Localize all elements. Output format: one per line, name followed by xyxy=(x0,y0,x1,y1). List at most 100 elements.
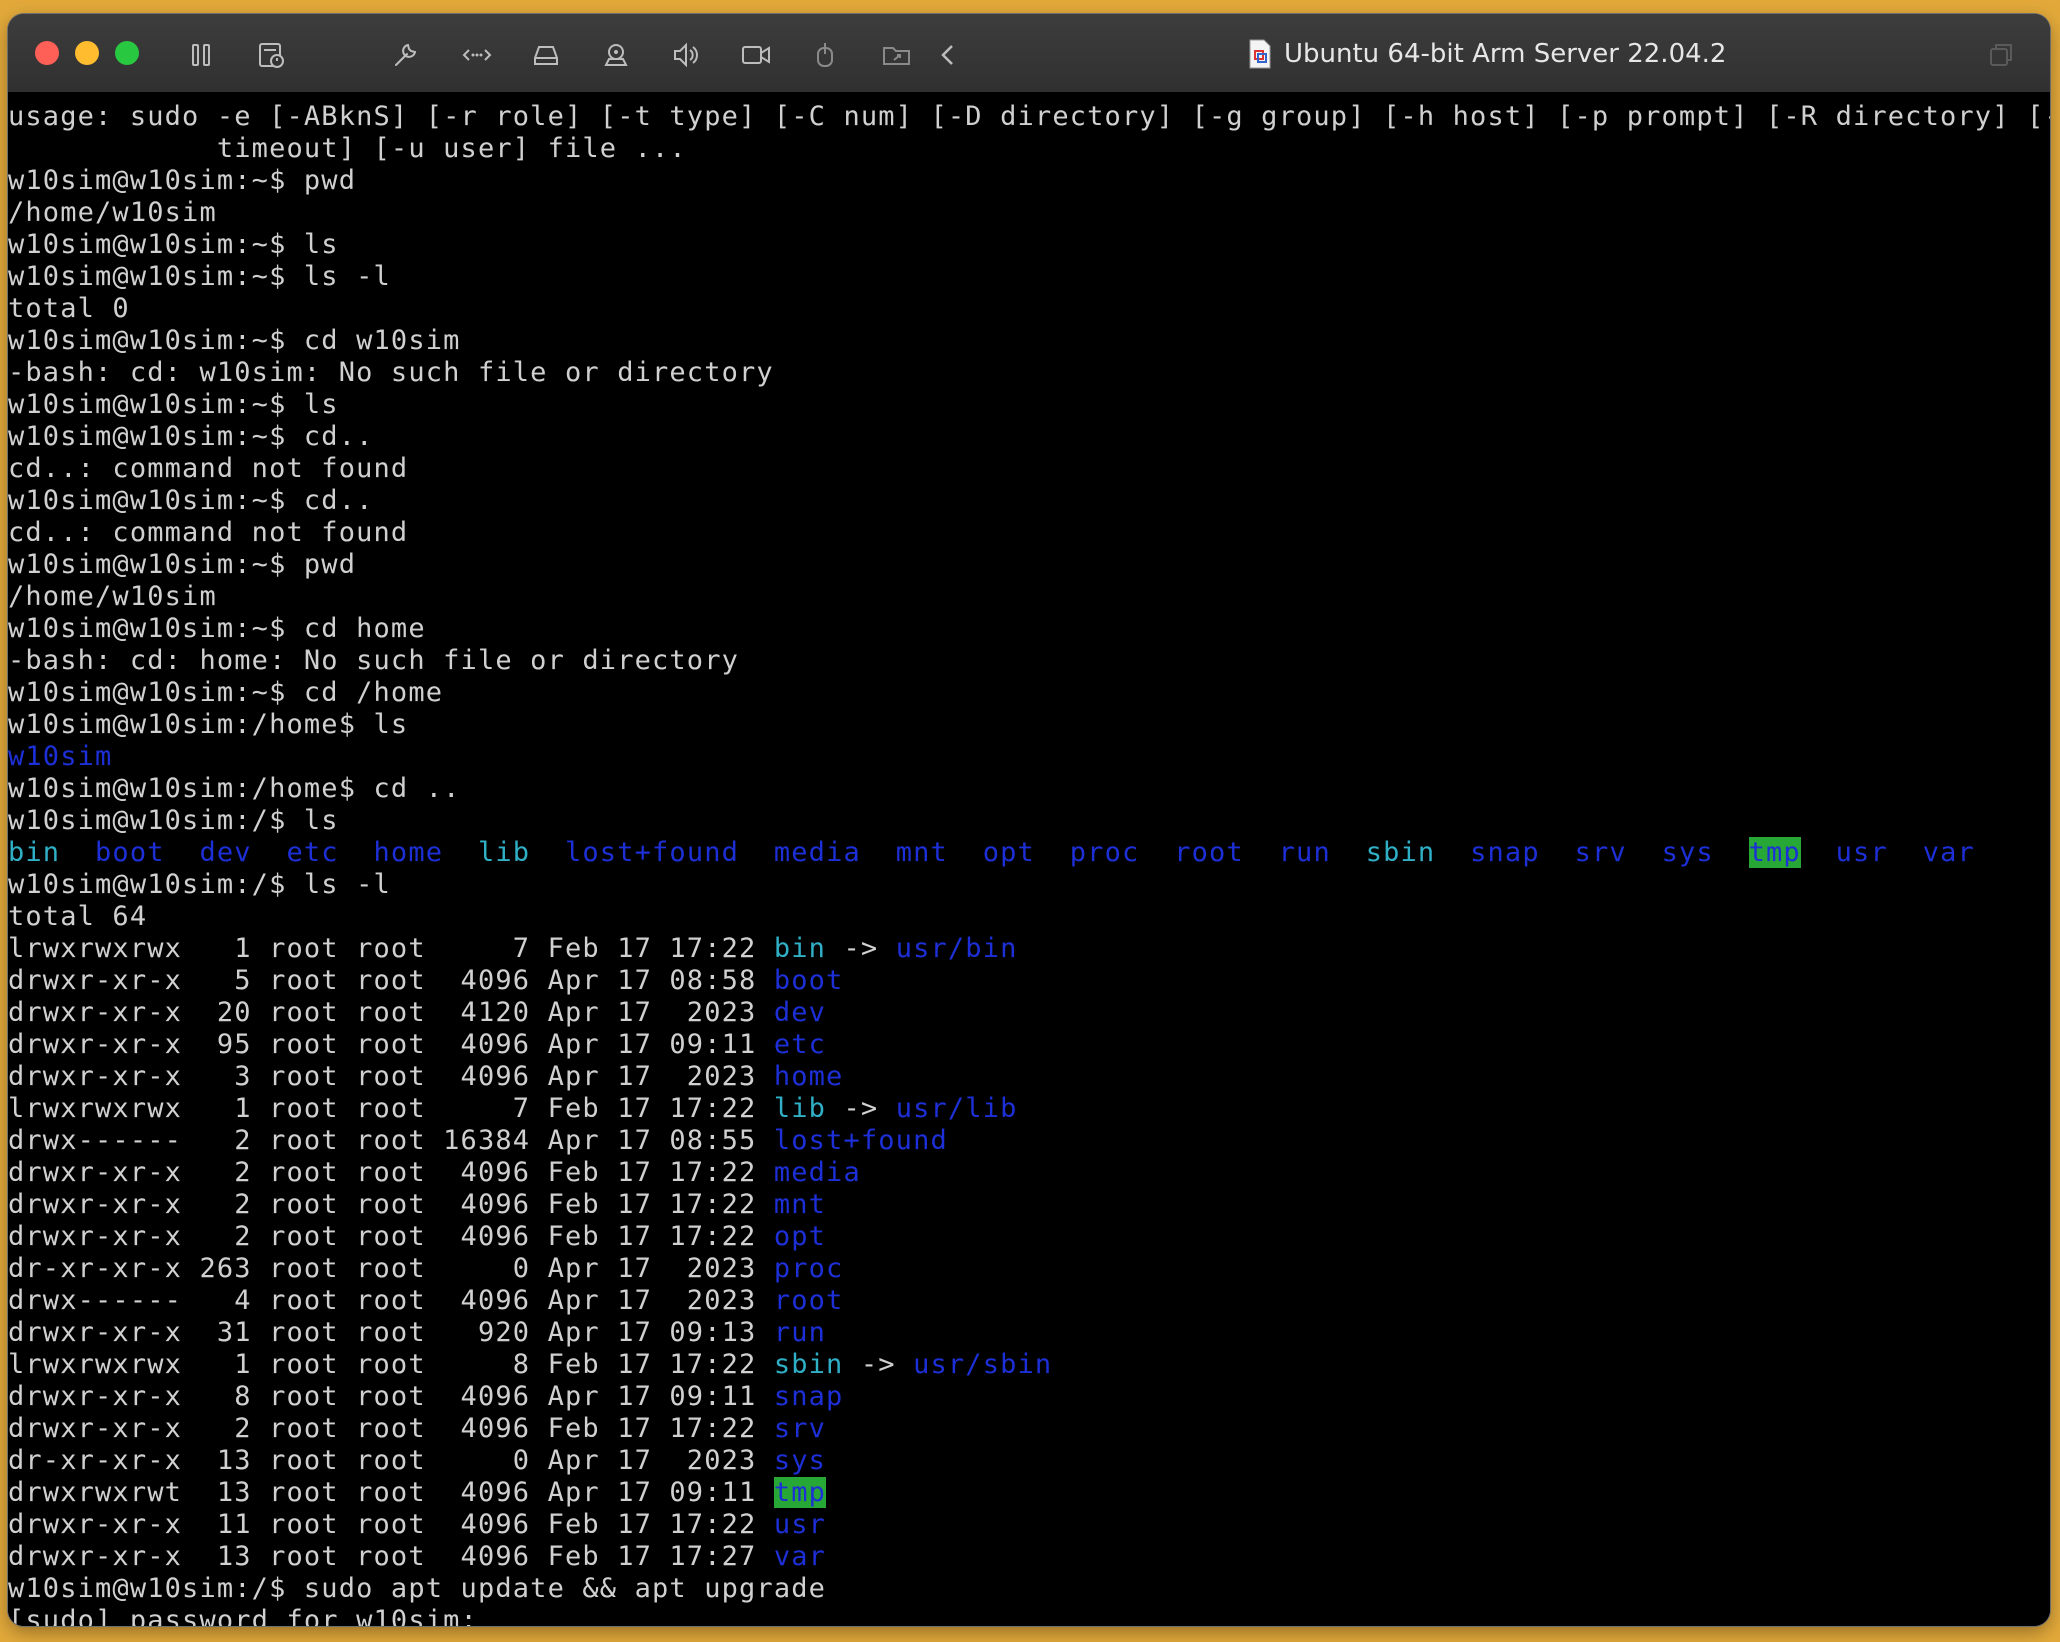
terminal-text: lrwxrwxrwx 1 root root 8 Feb 17 17:22 xyxy=(8,1349,774,1380)
terminal-line: w10sim@w10sim:~$ cd.. xyxy=(8,421,2050,453)
terminal-text: -> xyxy=(826,933,896,964)
camera-icon[interactable] xyxy=(599,38,633,72)
terminal-text: dr-xr-xr-x 263 root root 0 Apr 17 2023 xyxy=(8,1253,774,1284)
minimize-button[interactable] xyxy=(75,41,99,65)
sound-icon[interactable] xyxy=(669,38,703,72)
directory-name: opt xyxy=(982,837,1035,868)
disk-icon[interactable] xyxy=(529,38,563,72)
terminal-line: drwxr-xr-x 3 root root 4096 Apr 17 2023 … xyxy=(8,1061,2050,1093)
directory-name: w10sim xyxy=(8,741,113,772)
terminal-text: w10sim@w10sim:/home$ cd .. xyxy=(8,773,461,804)
directory-name: usr/bin xyxy=(895,933,1018,964)
terminal-text: drwxr-xr-x 20 root root 4120 Apr 17 2023 xyxy=(8,997,774,1028)
network-icon[interactable] xyxy=(460,38,494,72)
terminal-text: /home/w10sim xyxy=(8,581,217,612)
terminal-line: w10sim@w10sim:~$ cd home xyxy=(8,613,2050,645)
terminal-text: -> xyxy=(826,1093,896,1124)
directory-name: run xyxy=(773,1317,827,1348)
sticky-directory-name: tmp xyxy=(1748,837,1801,868)
terminal-line: drwxr-xr-x 2 root root 4096 Feb 17 17:22… xyxy=(8,1157,2050,1189)
terminal-text: w10sim@w10sim:~$ cd /home xyxy=(8,677,444,708)
terminal-text: w10sim@w10sim:~$ pwd xyxy=(8,165,357,196)
terminal-line: w10sim@w10sim:/$ ls xyxy=(8,805,2050,837)
symlink-name: bin xyxy=(773,933,827,964)
directory-name: snap xyxy=(773,1381,844,1412)
window-title: Ubuntu 64-bit Arm Server 22.04.2 xyxy=(1248,34,1726,74)
terminal-line: w10sim@w10sim:~$ cd w10sim xyxy=(8,325,2050,357)
directory-name: var xyxy=(773,1541,827,1572)
terminal-line: dr-xr-xr-x 263 root root 0 Apr 17 2023 p… xyxy=(8,1253,2050,1285)
directory-name: run xyxy=(1278,837,1331,868)
directory-name: var xyxy=(1922,837,1975,868)
terminal-line: w10sim xyxy=(8,741,2050,773)
directory-name: usr xyxy=(773,1509,827,1540)
terminal-line: total 64 xyxy=(8,901,2050,933)
terminal-line: timeout] [-u user] file ... xyxy=(8,133,2050,165)
terminal-line: cd..: command not found xyxy=(8,517,2050,549)
terminal-text: drwxr-xr-x 11 root root 4096 Feb 17 17:2… xyxy=(8,1509,774,1540)
terminal-line: w10sim@w10sim:~$ pwd xyxy=(8,549,2050,581)
terminal-text: usage: sudo -e [-ABknS] [-r role] [-t ty… xyxy=(8,101,2050,132)
directory-name: sys xyxy=(773,1445,827,1476)
terminal-line: lrwxrwxrwx 1 root root 7 Feb 17 17:22 bi… xyxy=(8,933,2050,965)
terminal-line: dr-xr-xr-x 13 root root 0 Apr 17 2023 sy… xyxy=(8,1445,2050,1477)
zoom-button[interactable] xyxy=(115,41,139,65)
terminal-text: w10sim@w10sim:/$ ls xyxy=(8,805,339,836)
terminal-text: drwxr-xr-x 2 root root 4096 Feb 17 17:22 xyxy=(8,1157,774,1188)
terminal-text: lrwxrwxrwx 1 root root 7 Feb 17 17:22 xyxy=(8,1093,774,1124)
vm-document-icon xyxy=(1249,39,1271,69)
terminal-line: drwxr-xr-x 11 root root 4096 Feb 17 17:2… xyxy=(8,1509,2050,1541)
terminal-text: w10sim@w10sim:~$ pwd xyxy=(8,549,357,580)
wrench-icon[interactable] xyxy=(388,38,422,72)
terminal-text: timeout] [-u user] file ... xyxy=(8,133,687,164)
terminal-line: -bash: cd: home: No such file or directo… xyxy=(8,645,2050,677)
snapshot-icon[interactable] xyxy=(254,38,288,72)
restore-window-icon[interactable] xyxy=(1986,40,2016,70)
directory-name: media xyxy=(773,837,861,868)
directory-name: proc xyxy=(773,1253,844,1284)
directory-name: usr/lib xyxy=(895,1093,1018,1124)
chevron-left-icon[interactable] xyxy=(932,38,966,72)
terminal-text: w10sim@w10sim:/$ ls -l xyxy=(8,869,391,900)
directory-name: usr xyxy=(1835,837,1888,868)
terminal-text: cd..: command not found xyxy=(8,453,409,484)
directory-name: dev xyxy=(773,997,827,1028)
close-button[interactable] xyxy=(35,41,59,65)
symlink-name: sbin xyxy=(1365,837,1436,868)
terminal-line: w10sim@w10sim:/home$ ls xyxy=(8,709,2050,741)
video-icon[interactable] xyxy=(739,38,773,72)
terminal-line: drwxr-xr-x 2 root root 4096 Feb 17 17:22… xyxy=(8,1413,2050,1445)
terminal-output[interactable]: usage: sudo -e [-ABknS] [-r role] [-t ty… xyxy=(8,92,2050,1626)
pause-icon[interactable] xyxy=(184,38,218,72)
terminal-line: drwxr-xr-x 31 root root 920 Apr 17 09:13… xyxy=(8,1317,2050,1349)
terminal-text: w10sim@w10sim:/home$ ls xyxy=(8,709,409,740)
terminal-text: total 64 xyxy=(8,901,148,932)
directory-name: srv xyxy=(773,1413,827,1444)
directory-name: mnt xyxy=(895,837,948,868)
terminal-line: bin boot dev etc home lib lost+found med… xyxy=(8,837,2050,869)
sticky-directory-name: tmp xyxy=(773,1477,827,1508)
terminal-text: drwxr-xr-x 8 root root 4096 Apr 17 09:11 xyxy=(8,1381,774,1412)
terminal-line: w10sim@w10sim:/$ ls -l xyxy=(8,869,2050,901)
terminal-line: w10sim@w10sim:~$ ls -l xyxy=(8,261,2050,293)
shared-folder-icon[interactable] xyxy=(880,38,914,72)
terminal-line: w10sim@w10sim:~$ ls xyxy=(8,229,2050,261)
terminal-text: drwxr-xr-x 2 root root 4096 Feb 17 17:22 xyxy=(8,1413,774,1444)
usb-icon[interactable] xyxy=(808,38,842,72)
terminal-text: w10sim@w10sim:~$ ls xyxy=(8,389,339,420)
terminal-line: w10sim@w10sim:/$ sudo apt update && apt … xyxy=(8,1573,2050,1605)
terminal-text: drwxr-xr-x 3 root root 4096 Apr 17 2023 xyxy=(8,1061,774,1092)
terminal-text: drwxr-xr-x 13 root root 4096 Feb 17 17:2… xyxy=(8,1541,774,1572)
terminal-text: drwxr-xr-x 95 root root 4096 Apr 17 09:1… xyxy=(8,1029,774,1060)
